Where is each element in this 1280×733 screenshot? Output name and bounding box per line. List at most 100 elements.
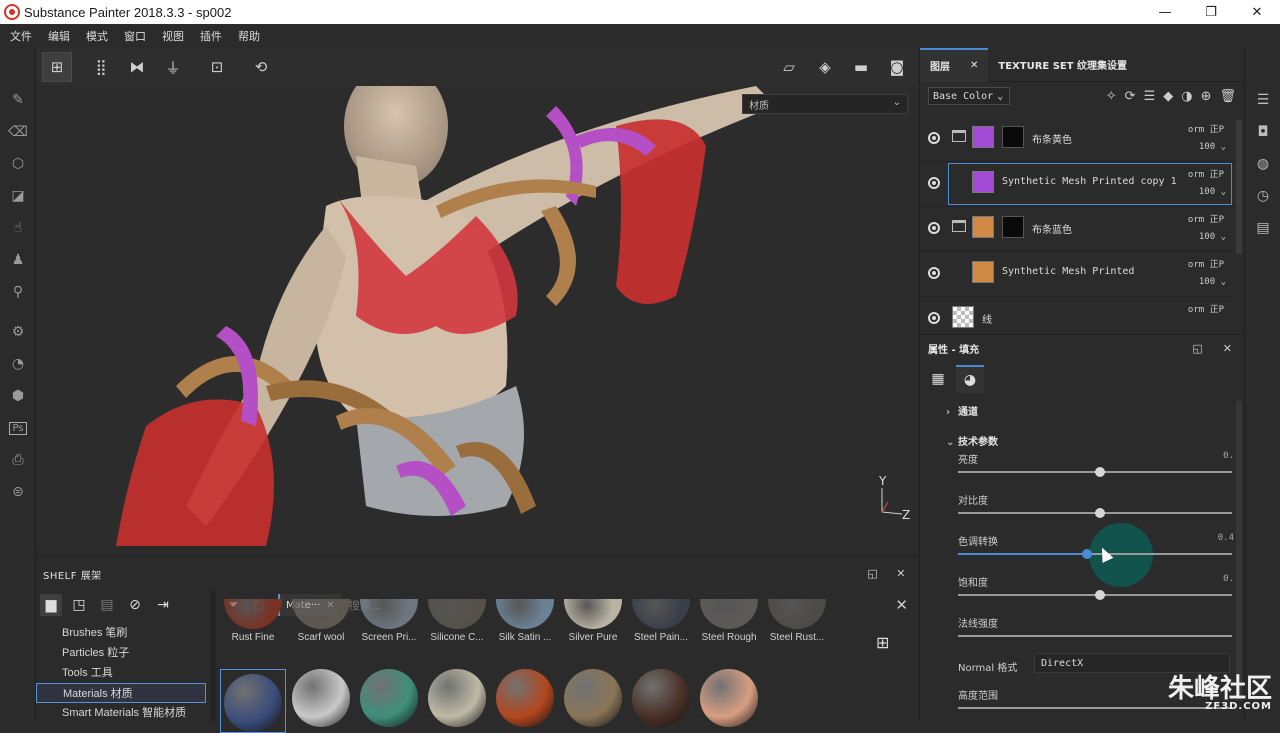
layer-row[interactable]: 布条黄色orm 正P100 ⌄	[920, 118, 1234, 162]
visibility-eye-icon[interactable]	[928, 132, 940, 144]
menu-file[interactable]: 文件	[10, 28, 32, 44]
symmetry-grid-icon[interactable]: ⊞	[42, 52, 72, 82]
layers-icon[interactable]: ☰	[1245, 84, 1280, 116]
material-thumb[interactable]: Steel Rough	[696, 599, 762, 643]
param-value[interactable]: 0.4	[1218, 533, 1234, 543]
screenshot-icon[interactable]: ◙	[882, 52, 912, 82]
material-thumb[interactable]	[424, 669, 490, 727]
visibility-eye-icon[interactable]	[928, 267, 940, 279]
close-icon[interactable]: ✕	[1223, 342, 1232, 355]
opacity-value[interactable]: 100 ⌄	[1199, 232, 1226, 242]
material-thumb[interactable]: Steel Rust...	[764, 599, 830, 643]
visibility-eye-icon[interactable]	[928, 177, 940, 189]
visibility-eye-icon[interactable]	[928, 222, 940, 234]
3d-viewport[interactable]: 材质 ⌄ Y Z	[36, 86, 918, 546]
material-thumb[interactable]	[560, 669, 626, 727]
fit-view-icon[interactable]: ⊡	[202, 52, 232, 82]
add-generator-icon[interactable]: ⟳	[1125, 89, 1136, 104]
display-settings-icon[interactable]: ◍	[1245, 148, 1280, 180]
grid-options-icon[interactable]: ⣿	[86, 52, 116, 82]
material-thumb[interactable]	[492, 669, 558, 727]
opacity-value[interactable]: 100 ⌄	[1199, 142, 1226, 152]
tab-material[interactable]: ◕	[956, 365, 984, 393]
material-thumb[interactable]	[288, 669, 354, 727]
layer-row[interactable]: 布条蓝色orm 正P100 ⌄	[920, 208, 1234, 252]
blend-mode[interactable]: orm 正P	[1188, 167, 1224, 180]
material-thumb[interactable]: Silicone C...	[424, 599, 490, 643]
photoshop-icon[interactable]: Ps	[0, 412, 36, 444]
section-channels[interactable]: ›通道	[946, 403, 978, 418]
slider-knob[interactable]	[1082, 549, 1092, 559]
section-tech-params[interactable]: ⌄技术参数	[946, 433, 998, 448]
tab-layers[interactable]: 图层 ✕	[920, 48, 988, 82]
slider-knob[interactable]	[1095, 590, 1105, 600]
mirror-y-icon[interactable]: ⏚	[158, 52, 188, 82]
param-value[interactable]: 0.	[1223, 451, 1234, 461]
import-icon[interactable]: ⇥	[152, 594, 174, 616]
slider-knob[interactable]	[1095, 467, 1105, 477]
smudge-icon[interactable]: ☝	[0, 212, 36, 244]
add-folder-icon[interactable]: ⊕	[1201, 89, 1212, 104]
material-mode-select[interactable]: 材质 ⌄	[742, 94, 908, 114]
add-fill-layer-icon[interactable]: ◆	[1163, 89, 1173, 104]
grid-view-icon[interactable]: ⊞	[876, 633, 889, 652]
eraser-icon[interactable]: ⌫	[0, 116, 36, 148]
menu-edit[interactable]: 编辑	[48, 28, 70, 44]
layers-scrollbar[interactable]	[1236, 120, 1242, 254]
material-thumb[interactable]: Screen Pri...	[356, 599, 422, 643]
plugin-icon[interactable]: ⬢	[0, 380, 36, 412]
add-effect-icon[interactable]: ✧	[1106, 89, 1117, 104]
tab-fill-settings[interactable]: ▦	[924, 365, 952, 393]
material-thumb[interactable]	[356, 669, 422, 727]
export-icon[interactable]: ⎙	[0, 444, 36, 476]
channel-select[interactable]: Base Color ⌄	[928, 87, 1010, 105]
material-thumb[interactable]: Steel Pain...	[628, 599, 694, 643]
undock-icon[interactable]: ◱	[1192, 342, 1202, 355]
close-icon[interactable]: ✕	[896, 567, 906, 580]
material-thumb[interactable]: Scarf wool	[288, 599, 354, 643]
view-mode-icon[interactable]: ▱	[774, 52, 804, 82]
material-thumb[interactable]: Silk Satin ...	[492, 599, 558, 643]
minimize-button[interactable]: —	[1142, 0, 1188, 24]
save-icon[interactable]: ▤	[96, 594, 118, 616]
material-thumb[interactable]: Rust Fine	[220, 599, 286, 643]
category-tools[interactable]: Tools 工具	[36, 663, 206, 683]
projection-icon[interactable]: ⬡	[0, 148, 36, 180]
category-brushes[interactable]: Brushes 笔刷	[36, 623, 206, 643]
blend-mode[interactable]: orm 正P	[1188, 257, 1224, 270]
opacity-value[interactable]: 100 ⌄	[1199, 277, 1226, 287]
visibility-eye-icon[interactable]	[928, 312, 940, 324]
color-picker-icon[interactable]: ⚲	[0, 276, 36, 308]
layer-row[interactable]: Synthetic Mesh Printed copy 1orm 正P100 ⌄	[920, 163, 1234, 207]
blend-mode[interactable]: orm 正P	[1188, 122, 1224, 135]
close-icon[interactable]: ✕	[970, 60, 978, 71]
camera-icon[interactable]: ▬	[846, 52, 876, 82]
display-3d-icon[interactable]: ◈	[810, 52, 840, 82]
folder-icon[interactable]: ▆	[40, 594, 62, 616]
blend-mode[interactable]: orm 正P	[1188, 302, 1224, 315]
history-icon[interactable]: ◷	[1245, 180, 1280, 212]
clone-stamp-icon[interactable]: ♟	[0, 244, 36, 276]
delete-layer-icon[interactable]: 🗑	[1219, 89, 1236, 104]
substance-share-icon[interactable]: ⊜	[0, 476, 36, 508]
props-scrollbar[interactable]	[1236, 401, 1242, 701]
tab-texture-set[interactable]: TEXTURE SET 纹理集设置	[988, 48, 1137, 82]
mirror-x-icon[interactable]: ⧓	[122, 52, 152, 82]
shelf-divider[interactable]	[210, 591, 216, 721]
reset-view-icon[interactable]: ⟲	[246, 52, 276, 82]
folder-icon[interactable]	[952, 130, 966, 142]
menu-view[interactable]: 视图	[162, 28, 184, 44]
slider-track[interactable]	[958, 635, 1232, 637]
maximize-button[interactable]: ❐	[1188, 0, 1234, 24]
menu-help[interactable]: 帮助	[238, 28, 260, 44]
param-value[interactable]: 0.	[1223, 574, 1234, 584]
menu-plugins[interactable]: 插件	[200, 28, 222, 44]
texture-set-icon[interactable]: ◘	[1245, 116, 1280, 148]
folder-icon[interactable]	[952, 220, 966, 232]
add-layer-icon[interactable]: ☰	[1144, 89, 1156, 104]
material-thumb[interactable]	[220, 669, 286, 733]
clear-search-icon[interactable]: ✕	[895, 596, 908, 614]
normal-format-select[interactable]: DirectX	[1034, 653, 1230, 673]
menu-mode[interactable]: 模式	[86, 28, 108, 44]
material-thumb[interactable]	[628, 669, 694, 727]
